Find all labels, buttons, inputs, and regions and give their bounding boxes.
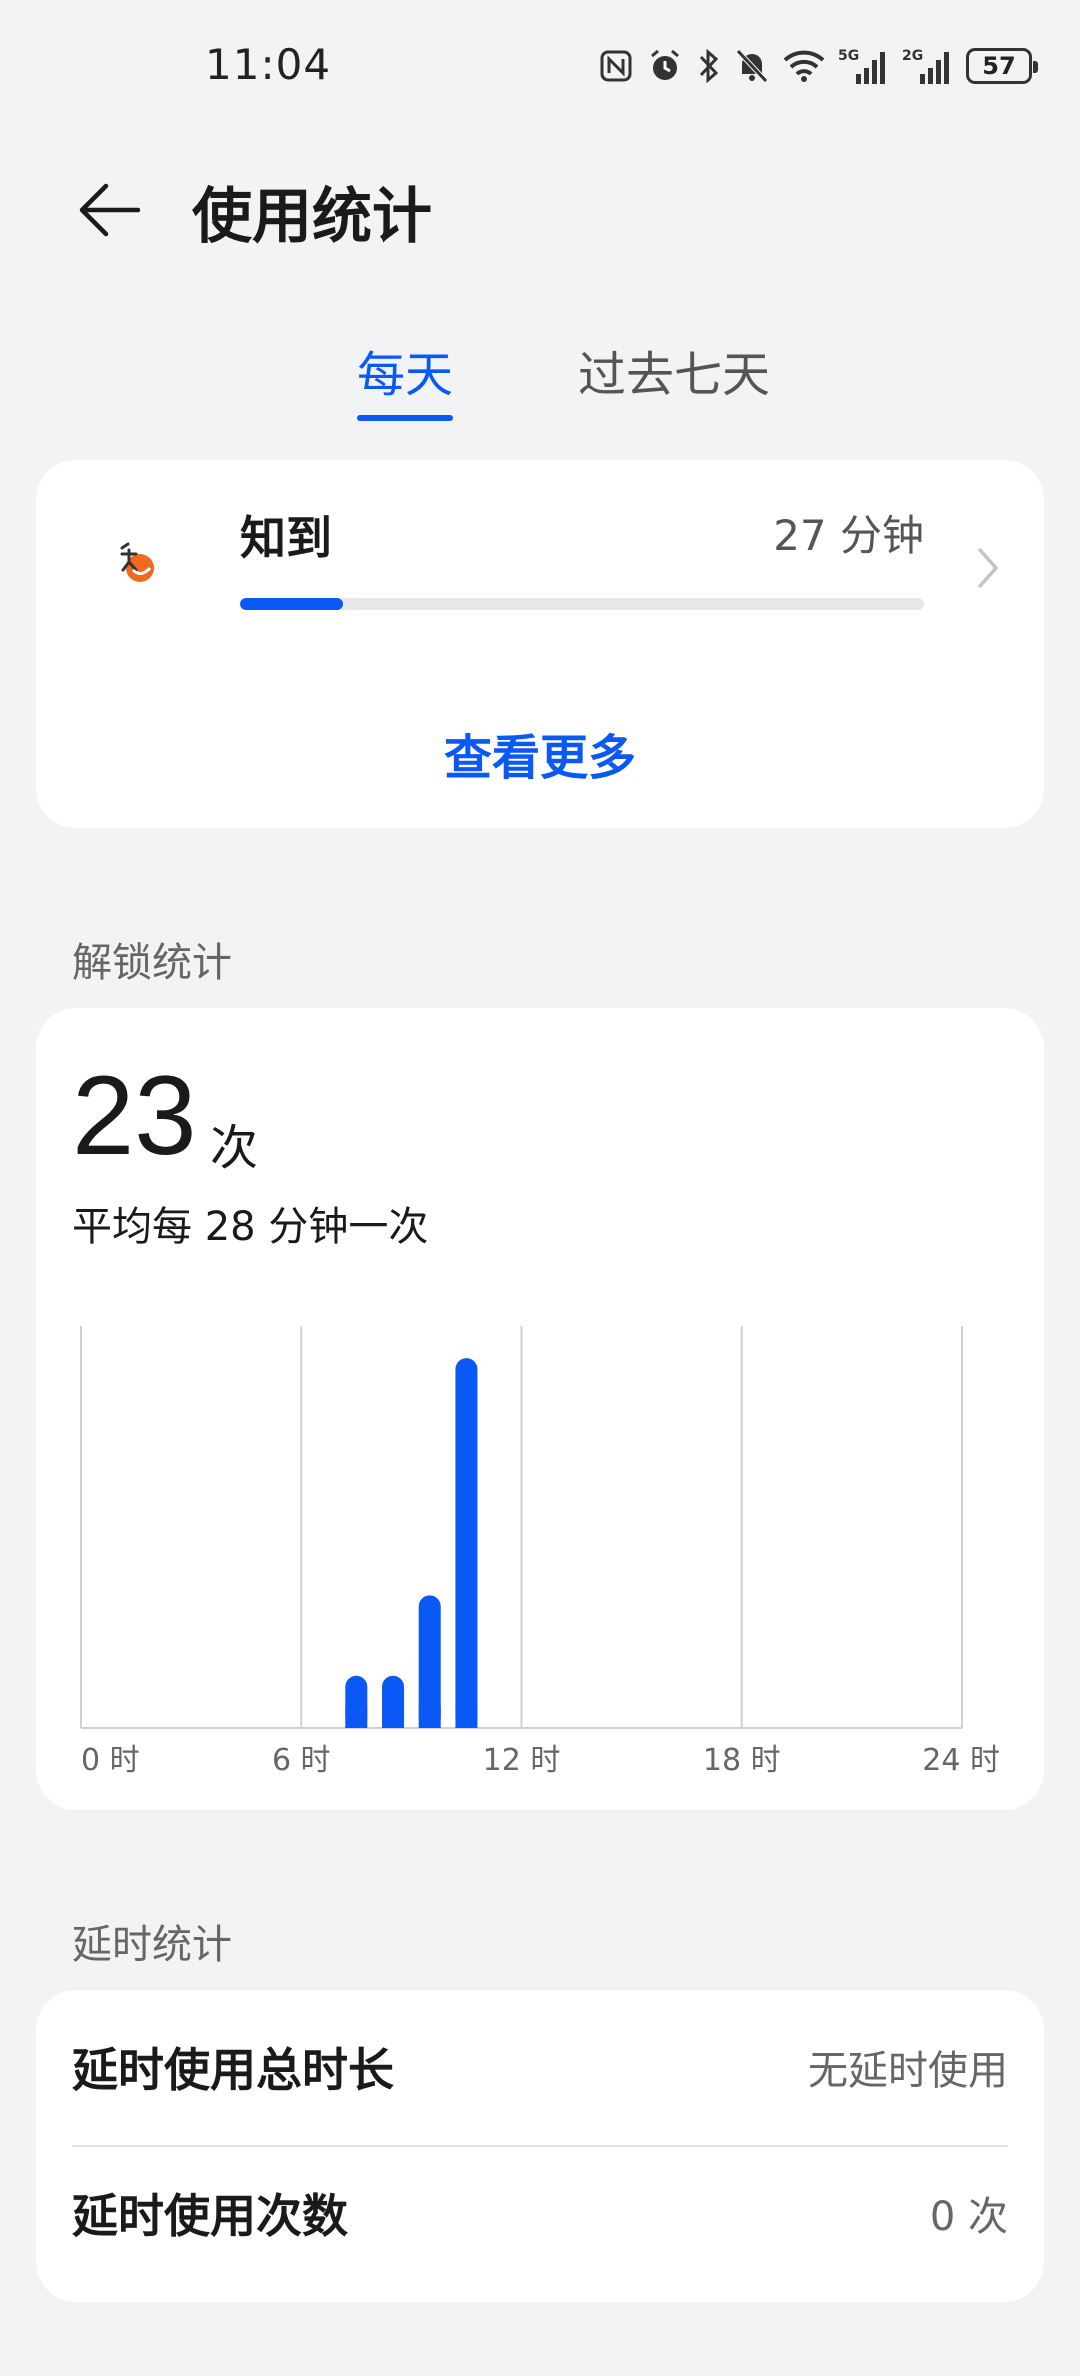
unlock-card: 23 次 平均每 28 分钟一次 0 时6 时 12 时 18 时 24 时: [36, 1008, 1044, 1810]
chart-tick-label: 6 时: [272, 1743, 331, 1778]
chart-tick-label: 24 时: [922, 1743, 1000, 1778]
app-duration: 27 分钟: [773, 511, 924, 560]
chart-bar-base-2: [418, 1705, 441, 1728]
app-icon: [114, 540, 162, 588]
app-usage-card: 知到 27 分钟 查看更多: [36, 460, 1044, 828]
page-title: 使用统计: [192, 182, 432, 252]
see-more-button[interactable]: 查看更多: [36, 718, 1044, 788]
chevron-right-icon[interactable]: [968, 538, 1008, 598]
delay-total-label: 延时使用总时长: [72, 2043, 394, 2097]
usage-progress-bar: [240, 598, 924, 610]
signal-5g-icon: 5G: [838, 48, 885, 84]
tab-bar: 每天 过去七天: [0, 335, 1080, 435]
unlock-section-label: 解锁统计: [72, 940, 232, 986]
tab-past-seven-days[interactable]: 过去七天: [578, 335, 770, 405]
nfc-icon: [600, 50, 632, 82]
delay-total-value: 无延时使用: [808, 2048, 1008, 2094]
signal-2g-icon: 2G: [902, 48, 949, 84]
app-name: 知到: [240, 511, 332, 565]
signal-5g-label: 5G: [838, 48, 859, 64]
tab-active-indicator: [357, 415, 453, 421]
chart-tick-label: 18 时: [703, 1743, 781, 1778]
battery-level: 57: [982, 52, 1016, 80]
battery-icon: 57: [966, 48, 1038, 84]
delay-total-row: 延时使用总时长 无延时使用: [72, 1994, 1008, 2140]
chart-tick-label: 12 时: [483, 1743, 561, 1778]
wifi-icon: [783, 50, 825, 82]
status-icons: 5G 2G 57: [598, 44, 1038, 88]
chart-bar-base-3: [455, 1705, 478, 1728]
status-bar: 11:04 5G 2G 57: [0, 0, 1080, 140]
mute-icon: [736, 49, 768, 83]
delay-count-row: 延时使用次数 0 次: [72, 2140, 1008, 2286]
usage-progress-fill: [240, 598, 343, 610]
back-arrow-icon: [79, 183, 141, 237]
chart-bar-base-0: [345, 1705, 368, 1728]
chart-bar-base-1: [382, 1705, 405, 1728]
alarm-icon: [651, 49, 679, 80]
chart-tick-label: 0 时: [81, 1743, 140, 1778]
tab-daily[interactable]: 每天: [357, 335, 453, 405]
delay-count-value: 0 次: [929, 2194, 1008, 2240]
bluetooth-icon: [699, 48, 719, 84]
signal-2g-label: 2G: [902, 48, 923, 64]
delay-card: 延时使用总时长 无延时使用 延时使用次数 0 次: [36, 1990, 1044, 2302]
back-button[interactable]: [70, 170, 150, 250]
delay-count-label: 延时使用次数: [72, 2189, 348, 2243]
status-time: 11:04: [205, 40, 332, 89]
chart-bar-3: [455, 1358, 478, 1728]
unlock-chart: 0 时 6 时 12 时 18 时 24 时: [80, 1326, 1000, 1778]
delay-section-label: 延时统计: [72, 1922, 232, 1968]
